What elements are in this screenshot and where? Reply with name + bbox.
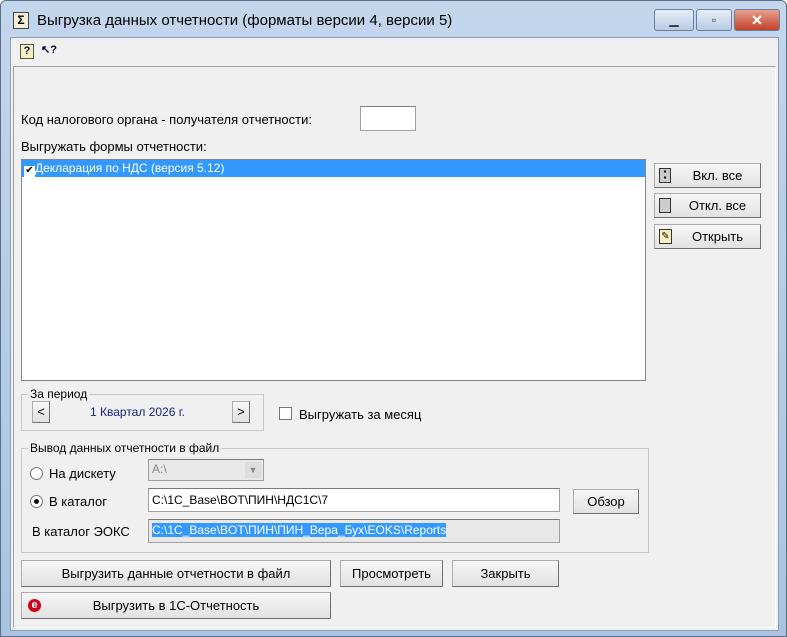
floppy-label: На дискету — [49, 466, 116, 481]
close-button[interactable]: Закрыть — [452, 560, 559, 587]
prev-period-button[interactable]: < — [32, 401, 50, 423]
disable-all-label: Откл. все — [688, 198, 747, 213]
browse-button[interactable]: Обзор — [573, 489, 639, 514]
app-sigma-icon: Σ — [13, 12, 29, 29]
period-value: 1 Квартал 2026 г. — [90, 405, 185, 419]
export-1c-button[interactable]: e Выгрузить в 1С-Отчетность — [21, 592, 331, 619]
chevron-down-icon[interactable]: ▼ — [245, 462, 261, 478]
list-item-label: Декларация по НДС (версия 5.12) — [35, 161, 225, 175]
period-legend: За период — [28, 387, 90, 401]
enable-all-label: Вкл. все — [692, 168, 743, 183]
monthly-label: Выгружать за месяц — [299, 407, 422, 422]
checkbox-checked-icon[interactable]: ✔ — [24, 166, 35, 177]
disable-all-button[interactable]: Откл. все — [654, 193, 761, 218]
eoks-path-value: C:\1C_Base\BOT\ПИН\ПИН_Вера_Бух\EOKS\Rep… — [152, 523, 447, 537]
period-group: За период < 1 Квартал 2026 г. > — [21, 387, 264, 431]
export-1c-label: Выгрузить в 1С-Отчетность — [92, 598, 260, 613]
catalog-path-input[interactable]: C:\1C_Base\BOT\ПИН\НДС1С\7 — [148, 488, 560, 512]
minimize-button[interactable]: ▁ — [654, 9, 694, 31]
floppy-radio[interactable] — [30, 467, 43, 480]
monthly-checkbox[interactable] — [279, 407, 292, 420]
1c-reporting-icon: e — [28, 599, 41, 612]
floppy-drive-select[interactable]: A:\ ▼ — [148, 459, 264, 481]
eoks-label: В каталог ЭОКС — [32, 524, 130, 539]
eoks-path-input[interactable]: C:\1C_Base\BOT\ПИН\ПИН_Вера_Бух\EOKS\Rep… — [148, 519, 560, 543]
catalog-label: В каталог — [49, 494, 107, 509]
close-window-button[interactable]: ✕ — [734, 9, 780, 31]
edit-document-icon: ✎ — [659, 229, 672, 244]
open-label: Открыть — [691, 229, 744, 244]
uncheck-all-icon — [659, 198, 671, 213]
tax-code-label: Код налогового органа - получателя отчет… — [21, 112, 312, 127]
toolbar: ? ↖? — [11, 38, 778, 64]
enable-all-button[interactable]: ▪ ▪ Вкл. все — [654, 163, 761, 188]
output-legend: Вывод данных отчетности в файл — [28, 441, 222, 455]
client-area: ? ↖? Код налогового органа - получателя … — [10, 37, 779, 631]
export-file-button[interactable]: Выгрузить данные отчетности в файл — [21, 560, 331, 587]
main-panel: Код налогового органа - получателя отчет… — [13, 66, 776, 628]
window-frame: Σ Выгрузка данных отчетности (форматы ве… — [0, 0, 787, 637]
help-icon[interactable]: ? — [20, 44, 34, 59]
maximize-button[interactable]: ▫ — [696, 9, 732, 31]
window-title: Выгрузка данных отчетности (форматы верс… — [37, 12, 453, 29]
catalog-radio[interactable] — [30, 495, 43, 508]
forms-list[interactable]: ✔Декларация по НДС (версия 5.12) — [21, 159, 646, 381]
output-group: Вывод данных отчетности в файл На дискет… — [21, 441, 649, 553]
open-button[interactable]: ✎ Открыть — [654, 224, 761, 249]
list-item[interactable]: ✔Декларация по НДС (версия 5.12) — [22, 160, 645, 177]
floppy-drive-value: A:\ — [152, 462, 167, 476]
next-period-button[interactable]: > — [232, 401, 250, 423]
tax-code-input[interactable] — [360, 106, 416, 131]
title-bar[interactable]: Σ Выгрузка данных отчетности (форматы ве… — [1, 1, 786, 37]
whats-this-icon[interactable]: ↖? — [39, 44, 59, 59]
forms-label: Выгружать формы отчетности: — [21, 139, 207, 154]
check-all-icon: ▪ ▪ — [659, 168, 671, 183]
preview-button[interactable]: Просмотреть — [340, 560, 443, 587]
